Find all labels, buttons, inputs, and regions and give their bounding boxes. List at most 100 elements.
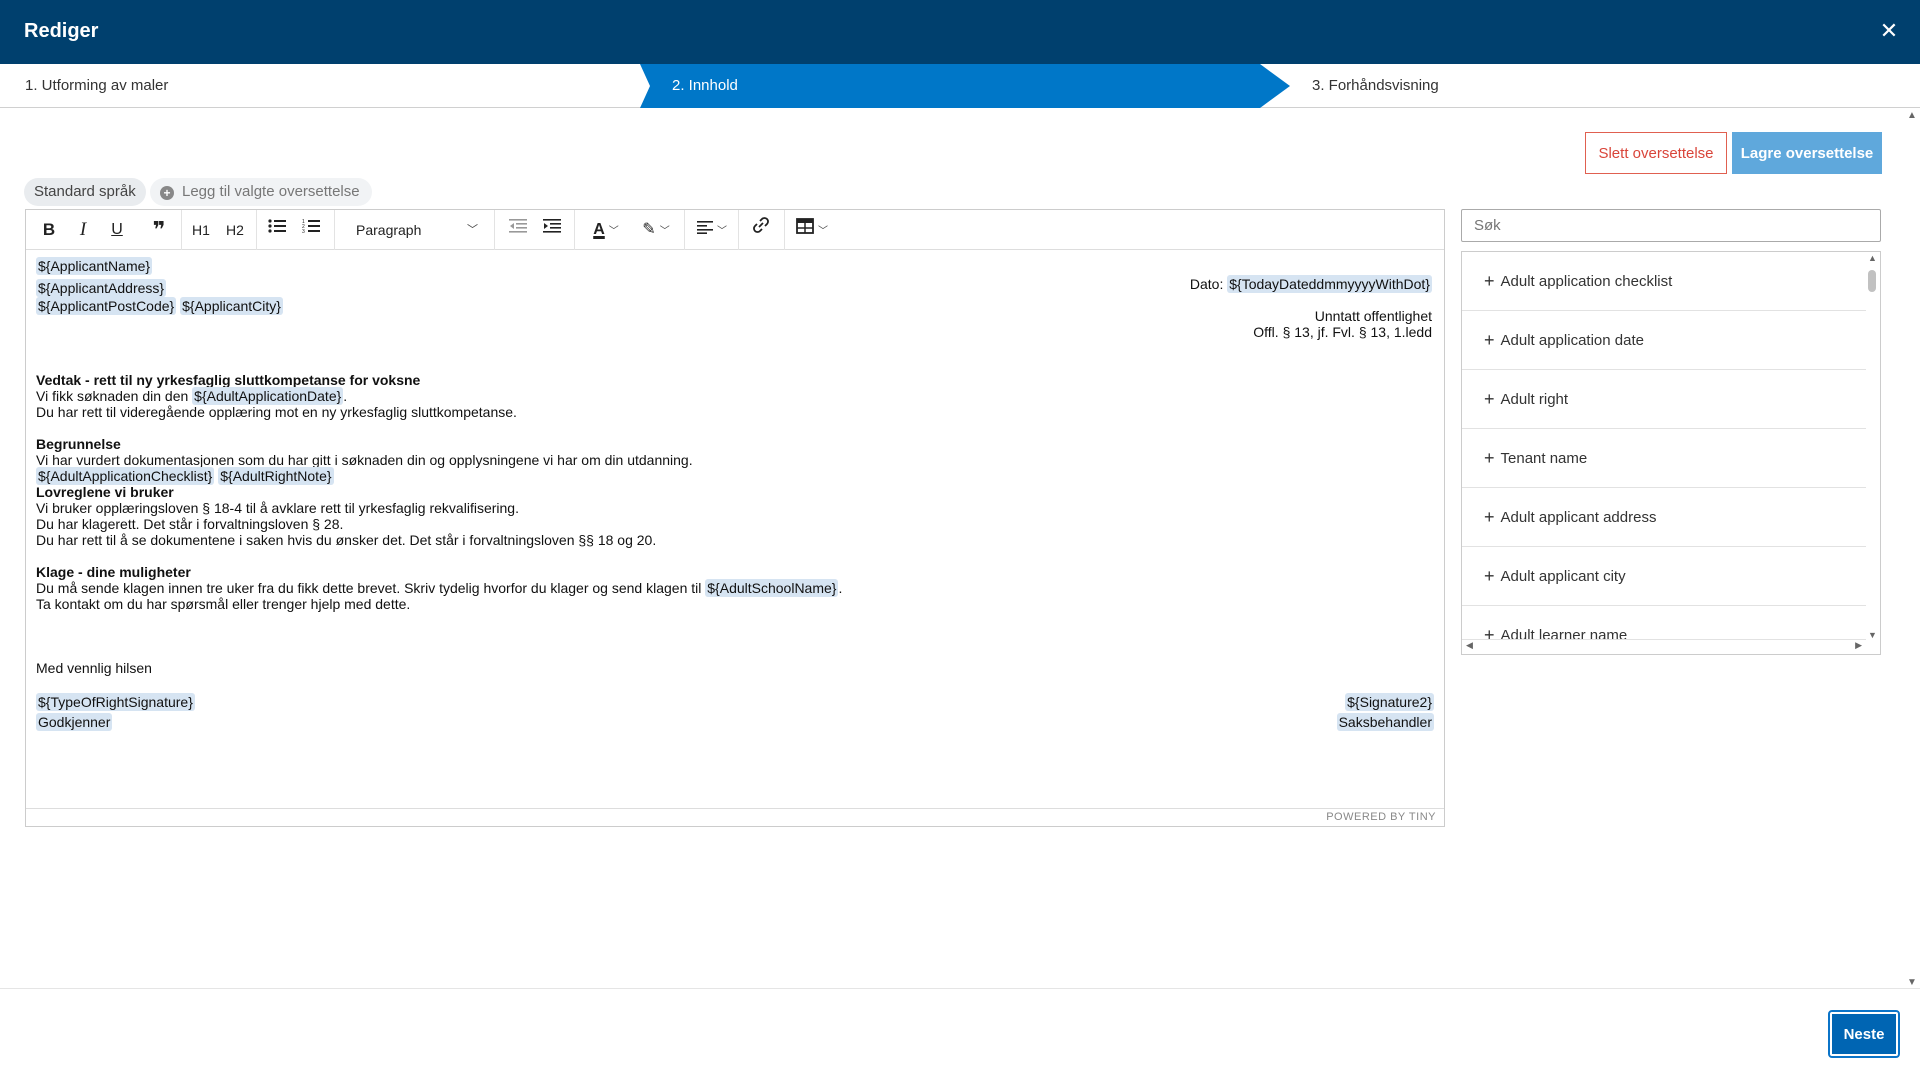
scroll-down-icon[interactable]: ▼ bbox=[1868, 630, 1877, 640]
text: . bbox=[343, 388, 348, 404]
checklist-rightnote-fields: ${AdultApplicationChecklist} ${AdultRigh… bbox=[36, 467, 334, 485]
standard-language-chip[interactable]: Standard språk bbox=[24, 178, 146, 206]
list-item[interactable]: + Adult applicant city bbox=[1462, 547, 1866, 606]
merge-field: ${AdultSchoolName} bbox=[705, 579, 839, 597]
bold-icon[interactable]: B bbox=[34, 215, 64, 245]
underline-icon[interactable]: U bbox=[102, 215, 132, 245]
plus-icon: + bbox=[1484, 330, 1495, 350]
merge-field: ${ApplicantPostCode} bbox=[36, 297, 177, 315]
signature-2-field: ${Signature2} bbox=[1345, 693, 1434, 711]
block-format-select[interactable]: Paragraph ﹀ bbox=[346, 215, 486, 245]
save-translation-button[interactable]: Lagre oversettelse bbox=[1732, 132, 1882, 174]
add-translation-chip[interactable]: + Legg til valgte oversettelse bbox=[150, 178, 372, 206]
editor-content[interactable]: ${ApplicantName} ${ApplicantAddress} ${A… bbox=[26, 250, 1444, 809]
blockquote-icon[interactable]: ❞ bbox=[144, 215, 174, 245]
applicant-address-field: ${ApplicantAddress} bbox=[36, 279, 167, 297]
step-content[interactable]: 2. Innhold bbox=[672, 64, 738, 108]
date-label: Dato: bbox=[1189, 276, 1224, 292]
outdent-icon[interactable] bbox=[503, 215, 533, 245]
merge-fields-list: + Adult application checklist + Adult appl… bbox=[1461, 251, 1881, 655]
editor-statusbar[interactable]: POWERED BY TINY bbox=[26, 808, 1444, 826]
highlight-color-icon[interactable]: ✎ ﹀ bbox=[632, 215, 680, 245]
svg-text:3: 3 bbox=[302, 229, 305, 234]
list-item[interactable]: + Adult application date bbox=[1462, 311, 1866, 370]
heading1-button[interactable]: H1 bbox=[186, 215, 216, 245]
list-item-label: Adult applicant city bbox=[1500, 568, 1626, 585]
delete-translation-button[interactable]: Slett oversettelse bbox=[1585, 132, 1727, 174]
dialog-title: Rediger bbox=[24, 20, 99, 42]
merge-field: ${AdultApplicationDate} bbox=[192, 387, 344, 405]
applicant-postcode-city: ${ApplicantPostCode} ${ApplicantCity} bbox=[36, 297, 283, 315]
list-item-label: Tenant name bbox=[1500, 450, 1588, 467]
page-scrollbar[interactable]: ▲ ▼ bbox=[1904, 108, 1920, 988]
search-input[interactable] bbox=[1461, 209, 1881, 242]
link-icon[interactable] bbox=[746, 215, 776, 245]
align-icon[interactable]: ﹀ bbox=[690, 215, 734, 245]
list-item-label: Adult right bbox=[1500, 391, 1569, 408]
block-format-value: Paragraph bbox=[356, 222, 422, 238]
numbered-list-icon[interactable]: 123 bbox=[296, 215, 326, 245]
text-color-icon[interactable]: A ﹀ bbox=[582, 215, 630, 245]
scroll-left-icon[interactable]: ◀ bbox=[1466, 640, 1473, 651]
plus-icon: + bbox=[1484, 448, 1495, 468]
toolbar-separator bbox=[738, 210, 739, 250]
list-item[interactable]: + Tenant name bbox=[1462, 429, 1866, 488]
list-item[interactable]: + Adult application checklist bbox=[1462, 252, 1866, 311]
list-item[interactable]: + Adult applicant address bbox=[1462, 488, 1866, 547]
stepper: 1. Utforming av maler 2. Innhold 3. Forh… bbox=[0, 64, 1920, 108]
paragraph-right: Du har rett til videregående opplæring m… bbox=[36, 404, 517, 420]
paragraph-contact: Ta kontakt om du har spørsmål eller tren… bbox=[36, 596, 411, 612]
indent-icon[interactable] bbox=[537, 215, 567, 245]
merge-field: ${AdultApplicationChecklist} bbox=[36, 467, 215, 485]
dialog-header: Rediger ✕ bbox=[0, 0, 1920, 64]
toolbar-separator bbox=[574, 210, 575, 250]
rich-text-editor[interactable]: B I U ❞ H1 H2 123 Paragraph ﹀ A ﹀ ✎ ﹀ ﹀ … bbox=[25, 209, 1445, 827]
paragraph-law-3: Du har rett til å se dokumentene i saken… bbox=[36, 532, 657, 548]
list-item[interactable]: + Adult right bbox=[1462, 370, 1866, 429]
closing-greeting: Med vennlig hilsen bbox=[36, 660, 152, 676]
list-horizontal-scrollbar[interactable]: ◀ ▶ bbox=[1462, 638, 1866, 654]
paragraph-law-1: Vi bruker opplæringsloven § 18-4 til å a… bbox=[36, 500, 519, 516]
heading2-button[interactable]: H2 bbox=[220, 215, 250, 245]
plus-icon: + bbox=[1484, 389, 1495, 409]
step-design-templates[interactable]: 1. Utforming av maler bbox=[25, 64, 168, 108]
list-vertical-scrollbar[interactable]: ▲ ▼ bbox=[1864, 252, 1880, 640]
list-item-label: Adult applicant address bbox=[1500, 509, 1657, 526]
exempt-line: Unntatt offentlighet bbox=[1314, 308, 1432, 324]
heading-klage: Klage - dine muligheter bbox=[36, 564, 191, 580]
scroll-up-icon[interactable]: ▲ bbox=[1868, 253, 1877, 263]
close-icon[interactable]: ✕ bbox=[1874, 16, 1904, 46]
bullet-list-icon[interactable] bbox=[262, 215, 292, 245]
merge-field: ${AdultRightNote} bbox=[218, 467, 334, 485]
toolbar-separator bbox=[494, 210, 495, 250]
paragraph-application-date: Vi fikk søknaden din den ${AdultApplicat… bbox=[36, 387, 348, 405]
offl-line: Offl. § 13, jf. Fvl. § 13, 1.ledd bbox=[1253, 324, 1432, 340]
scroll-right-icon[interactable]: ▶ bbox=[1855, 640, 1862, 651]
footer-divider bbox=[0, 988, 1920, 989]
chevron-down-icon: ﹀ bbox=[467, 224, 478, 236]
heading-lovreglene: Lovreglene vi bruker bbox=[36, 484, 174, 500]
table-icon[interactable]: ﹀ bbox=[790, 215, 834, 245]
text: . bbox=[838, 580, 843, 596]
toolbar-separator bbox=[181, 210, 182, 250]
list-item[interactable]: + Adult learner name bbox=[1462, 606, 1866, 640]
scroll-up-icon[interactable]: ▲ bbox=[1907, 110, 1917, 121]
add-translation-label: Legg til valgte oversettelse bbox=[182, 183, 360, 200]
toolbar-separator bbox=[784, 210, 785, 250]
scroll-down-icon[interactable]: ▼ bbox=[1907, 977, 1917, 988]
toolbar-separator bbox=[256, 210, 257, 250]
next-button[interactable]: Neste bbox=[1828, 1010, 1900, 1058]
toolbar-separator bbox=[334, 210, 335, 250]
plus-icon: + bbox=[1484, 507, 1495, 527]
heading-begrunnelse: Begrunnelse bbox=[36, 436, 121, 452]
step-preview[interactable]: 3. Forhåndsvisning bbox=[1312, 64, 1439, 108]
italic-icon[interactable]: I bbox=[68, 215, 98, 245]
plus-icon: + bbox=[1484, 566, 1495, 586]
signature-1-field: ${TypeOfRightSignature} bbox=[36, 693, 195, 711]
scroll-thumb[interactable] bbox=[1868, 270, 1876, 292]
merge-field: ${ApplicantName} bbox=[36, 257, 153, 275]
toolbar-separator bbox=[684, 210, 685, 250]
heading-vedtak: Vedtak - rett til ny yrkesfaglig sluttko… bbox=[36, 372, 421, 388]
plus-icon: + bbox=[1484, 271, 1495, 291]
list-item-label: Adult application checklist bbox=[1500, 273, 1673, 290]
